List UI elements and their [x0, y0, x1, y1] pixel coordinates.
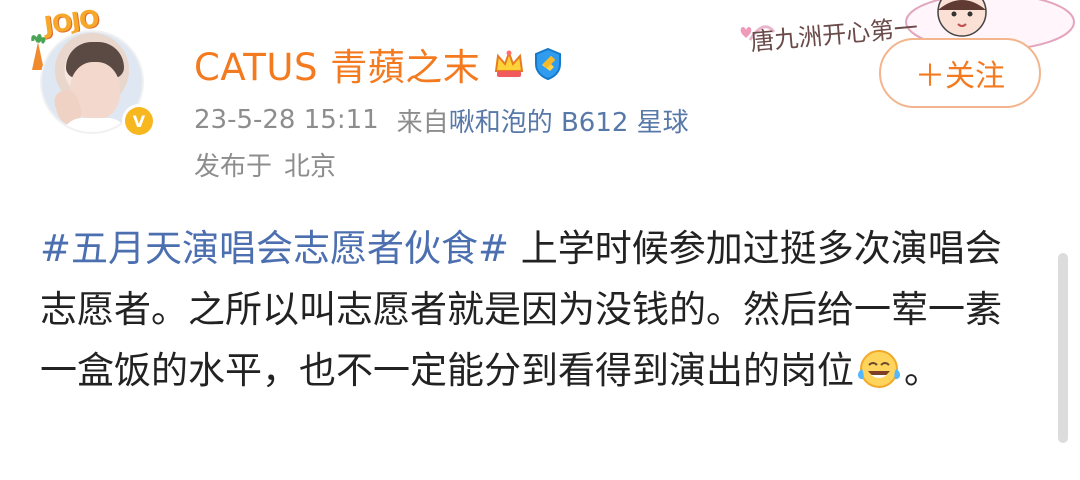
- username[interactable]: CATUS 青蘋之末: [194, 37, 480, 91]
- post-meta: 23-5-28 15:11 来自 啾和泡的 B612 星球: [194, 100, 689, 140]
- post-location: 发布于 北京: [194, 144, 336, 184]
- laugh-cry-emoji-icon: [857, 350, 901, 388]
- follow-button[interactable]: ＋关注: [879, 38, 1041, 108]
- post-source-link[interactable]: 啾和泡的 B612 星球: [449, 102, 689, 139]
- hashtag-link[interactable]: #五月天演唱会志愿者伙食#: [40, 227, 509, 270]
- location-city: 北京: [284, 151, 337, 182]
- verified-level-icon: [535, 47, 562, 81]
- vertical-scrollbar[interactable]: [1058, 253, 1068, 443]
- source-prefix: 来自: [396, 107, 449, 138]
- post-content: #五月天演唱会志愿者伙食# 上学时候参加过挺多次演唱会志愿者。之所以叫志愿者就是…: [40, 218, 1020, 401]
- crown-icon: [495, 50, 524, 77]
- post-time: 23-5-28 15:11: [194, 105, 379, 135]
- avatar-area[interactable]: JOJO V: [28, 0, 168, 140]
- post-text-end: 。: [904, 349, 941, 392]
- location-prefix: 发布于: [194, 151, 273, 182]
- user-header: CATUS 青蘋之末: [194, 37, 564, 91]
- weibo-post: JOJO V CATUS 青蘋之末 23-5-28 15:11 来自 啾和泡的 …: [0, 0, 1080, 480]
- verified-badge: V: [122, 104, 156, 138]
